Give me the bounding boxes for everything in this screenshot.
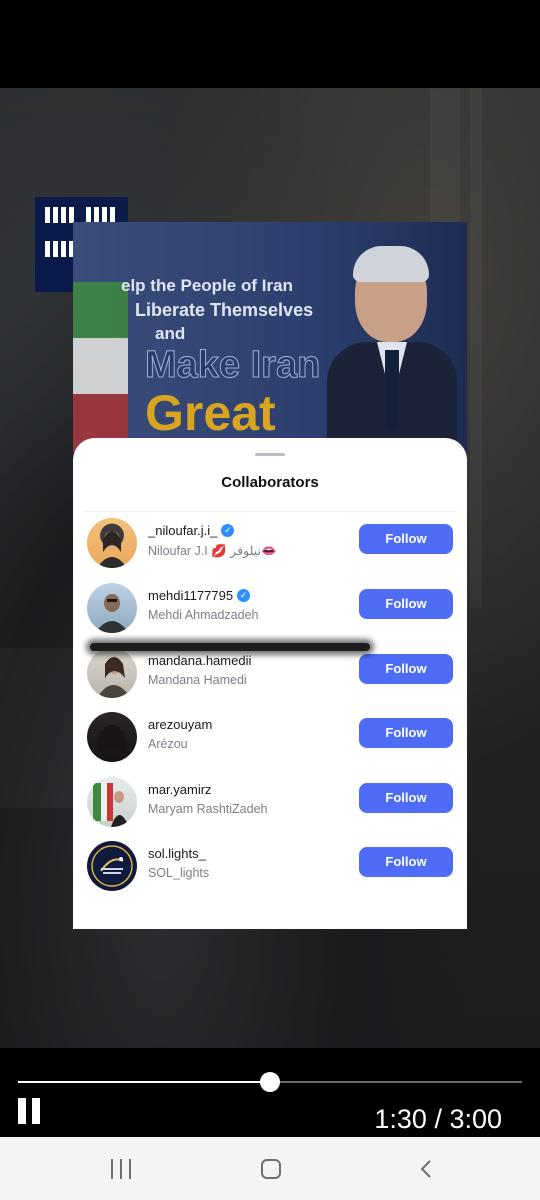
- video-controls: 1:30 / 3:00: [0, 1048, 540, 1137]
- video-poster: elp the People of Iran Liberate Themselv…: [73, 222, 467, 452]
- system-nav-bar: [0, 1137, 540, 1200]
- seek-thumb[interactable]: [260, 1072, 280, 1092]
- verified-badge-icon: ✓: [237, 589, 251, 602]
- verified-badge-icon: ✓: [221, 524, 235, 537]
- follow-button[interactable]: Follow: [359, 718, 453, 748]
- avatar[interactable]: [87, 712, 137, 762]
- avatar[interactable]: [87, 518, 137, 568]
- follow-button[interactable]: Follow: [359, 654, 453, 684]
- avatar[interactable]: [87, 841, 137, 891]
- sheet-drag-handle[interactable]: [255, 453, 285, 456]
- collaborator-username[interactable]: mehdi1177795 ✓: [148, 588, 251, 603]
- pause-button[interactable]: [18, 1098, 42, 1124]
- poster-line-4: Make Iran: [144, 344, 321, 387]
- collaborator-fullname: Niloufar J.I 💋 نیلوفر👄: [148, 544, 277, 558]
- collaborator-row[interactable]: mar.yamirz Maryam RashtiZadeh Follow: [73, 777, 467, 833]
- collaborator-row[interactable]: _niloufar.j.i_ ✓ Niloufar J.I 💋 نیلوفر👄 …: [73, 518, 467, 574]
- seek-bar[interactable]: [18, 1072, 522, 1092]
- follow-button[interactable]: Follow: [359, 589, 453, 619]
- collaborator-row[interactable]: mehdi1177795 ✓ Mehdi Ahmadzadeh Follow: [73, 583, 467, 639]
- collaborator-username[interactable]: arezouyam: [148, 717, 212, 732]
- avatar[interactable]: [87, 777, 137, 827]
- avatar[interactable]: [87, 583, 137, 633]
- collaborator-row[interactable]: mandana.hamedii Mandana Hamedi Follow: [73, 648, 467, 704]
- follow-button[interactable]: Follow: [359, 783, 453, 813]
- seek-progress: [18, 1081, 270, 1083]
- collaborator-row[interactable]: arezouyam Arézou Follow: [73, 712, 467, 768]
- home-icon[interactable]: [261, 1159, 281, 1179]
- collaborator-fullname: Mandana Hamedi: [148, 673, 247, 687]
- poster-line-3: and: [155, 324, 186, 343]
- back-icon[interactable]: [416, 1159, 436, 1179]
- poster-line-2: Liberate Themselves: [135, 300, 314, 320]
- flag-graphic: [73, 282, 128, 452]
- collaborator-username[interactable]: mandana.hamedii: [148, 653, 251, 668]
- redaction-mark: [90, 643, 370, 651]
- person-photo: [327, 232, 457, 452]
- collaborator-fullname: Arézou: [148, 737, 188, 751]
- poster-line-5: Great: [145, 385, 276, 441]
- playback-time: 1:30 / 3:00: [374, 1104, 502, 1134]
- collaborator-username[interactable]: _niloufar.j.i_ ✓: [148, 523, 235, 538]
- collaborator-fullname: SOL_lights: [148, 866, 210, 880]
- divider: [83, 511, 457, 512]
- collaborator-fullname: Maryam RashtiZadeh: [148, 802, 268, 816]
- follow-button[interactable]: Follow: [359, 524, 453, 554]
- collaborator-username[interactable]: mar.yamirz: [148, 782, 212, 797]
- collaborator-fullname: Mehdi Ahmadzadeh: [148, 608, 259, 622]
- sheet-title: Collaborators: [221, 474, 319, 491]
- pause-icon: [18, 1098, 26, 1124]
- avatar[interactable]: [87, 648, 137, 698]
- collaborators-sheet: Collaborators _niloufar.j.i_ ✓ Niloufar …: [73, 438, 467, 929]
- collaborator-row[interactable]: sol.lights_ SOL_lights Follow: [73, 841, 467, 897]
- follow-button[interactable]: Follow: [359, 847, 453, 877]
- collaborator-username[interactable]: sol.lights_: [148, 846, 206, 861]
- screen: elp the People of Iran Liberate Themselv…: [0, 0, 540, 1200]
- poster-line-1: elp the People of Iran: [121, 276, 293, 295]
- recents-icon[interactable]: [111, 1159, 131, 1179]
